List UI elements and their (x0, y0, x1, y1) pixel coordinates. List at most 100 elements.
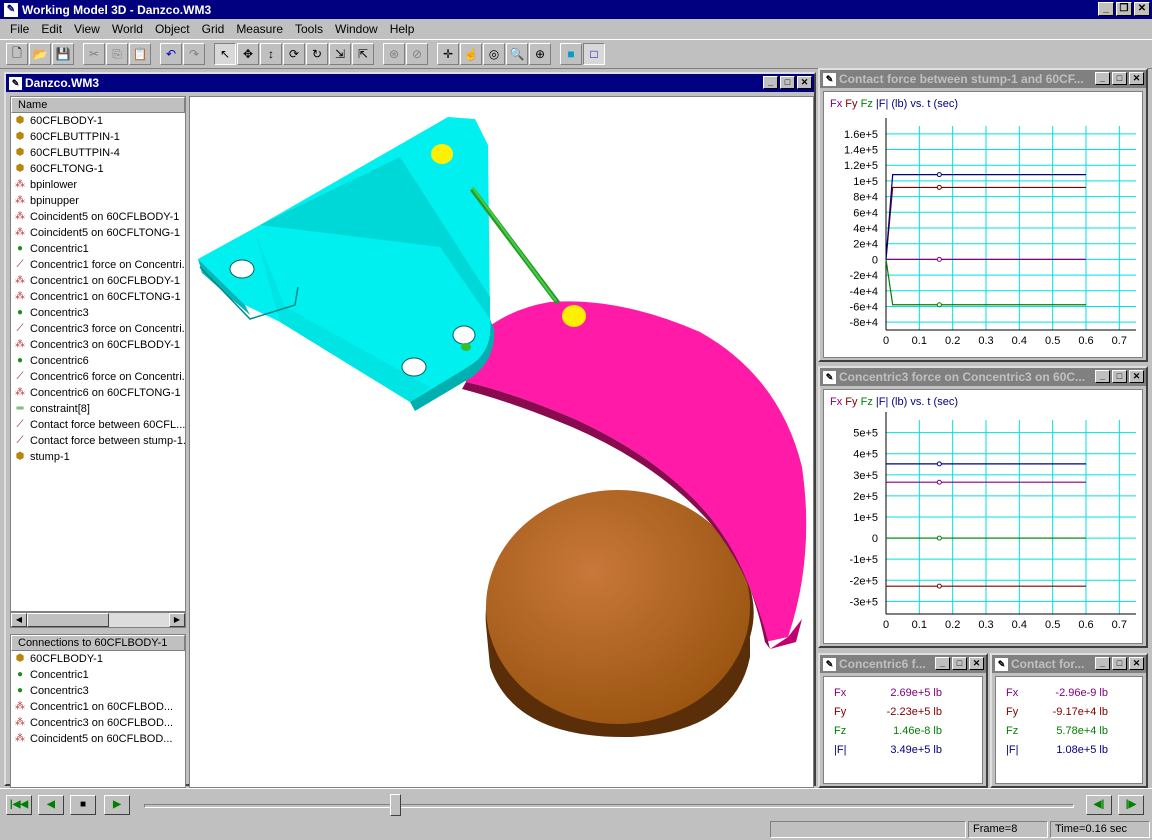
connection-item[interactable]: ⁂ Concentric3 on 60CFLBOD... (11, 715, 185, 731)
document-icon[interactable]: ✎ (823, 657, 836, 671)
document-icon[interactable]: ✎ (823, 72, 836, 86)
tree-item[interactable]: ⁂ Concentric3 on 60CFLBODY-1 (11, 337, 185, 353)
close-button[interactable]: ✕ (1134, 2, 1150, 16)
split-icon[interactable]: ⇱ (352, 43, 374, 65)
tree-header[interactable]: Name (11, 97, 185, 113)
meter1-close-button[interactable]: ✕ (969, 657, 984, 670)
step-back-button[interactable]: ◀ (38, 795, 64, 815)
tree-item[interactable]: ⬢ 60CFLBODY-1 (11, 113, 185, 129)
tree-item[interactable]: ⁂ bpinlower (11, 177, 185, 193)
paste-icon[interactable]: 📋 (129, 43, 151, 65)
tree-item[interactable]: ⟋ Concentric1 force on Concentri... (11, 257, 186, 273)
run-button[interactable]: ▶ (104, 795, 130, 815)
tree-item[interactable]: ⁂ Concentric1 on 60CFLBODY-1 (11, 273, 185, 289)
time-slider-track[interactable] (144, 804, 1074, 808)
menu-window[interactable]: Window (329, 22, 384, 36)
connection-item[interactable]: ● Concentric3 (11, 683, 185, 699)
save-icon[interactable]: 💾 (52, 43, 74, 65)
scroll-right-icon[interactable]: ▶ (169, 613, 185, 627)
tree-item[interactable]: ● Concentric3 (11, 305, 185, 321)
menu-edit[interactable]: Edit (35, 22, 68, 36)
tree-item[interactable]: ⁂ Coincident5 on 60CFLTONG-1 (11, 225, 185, 241)
wireframe-view-icon[interactable]: □ (583, 43, 605, 65)
time-slider-thumb[interactable] (390, 794, 402, 816)
tree-item[interactable]: ⬢ 60CFLBUTTPIN-4 (11, 145, 185, 161)
meter1-minimize-button[interactable]: _ (935, 657, 950, 670)
rotate-view-icon[interactable]: ◎ (483, 43, 505, 65)
restore-button[interactable]: ❐ (1116, 2, 1132, 16)
3d-viewport[interactable] (189, 96, 814, 788)
graph2-maximize-button[interactable]: □ (1112, 370, 1127, 383)
tree-item[interactable]: ⬢ 60CFLTONG-1 (11, 161, 185, 177)
step-frame-back-button[interactable]: ◀| (1086, 795, 1112, 815)
tree-item[interactable]: ⬢ stump-1 (11, 449, 185, 465)
tree-item[interactable]: ● Concentric6 (11, 353, 185, 369)
tree-item[interactable]: ⁂ bpinupper (11, 193, 185, 209)
tree-item[interactable]: ⟋ Contact force between 60CFL... (11, 417, 186, 433)
rewind-button[interactable]: |◀◀ (6, 795, 32, 815)
stop-button[interactable]: ■ (70, 795, 96, 815)
orbit-icon[interactable]: ⟳ (283, 43, 305, 65)
step-frame-forward-button[interactable]: |▶ (1118, 795, 1144, 815)
model-close-button[interactable]: ✕ (797, 76, 812, 89)
model-maximize-button[interactable]: □ (780, 76, 795, 89)
pan-icon[interactable]: ✛ (437, 43, 459, 65)
join-icon[interactable]: ⇲ (329, 43, 351, 65)
connections-header[interactable]: Connections to 60CFLBODY-1 (11, 635, 185, 651)
menu-help[interactable]: Help (384, 22, 421, 36)
graph1-minimize-button[interactable]: _ (1095, 72, 1110, 85)
connection-item[interactable]: ⬢ 60CFLBODY-1 (11, 651, 185, 667)
undo-icon[interactable]: ↶ (160, 43, 182, 65)
tree-item[interactable]: ● Concentric1 (11, 241, 185, 257)
meter2-close-button[interactable]: ✕ (1129, 657, 1144, 670)
tree-item[interactable]: ⟋ Concentric6 force on Concentri... (11, 369, 186, 385)
tree-item[interactable]: ⁂ Concentric1 on 60CFLTONG-1 (11, 289, 185, 305)
tree-scrollbar[interactable]: ◀ ▶ (10, 612, 186, 628)
graph2-minimize-button[interactable]: _ (1095, 370, 1110, 383)
meter1-maximize-button[interactable]: □ (952, 657, 967, 670)
zoom-window-icon[interactable]: 🔍 (506, 43, 528, 65)
graph1-plot-area[interactable]: Fx Fy Fz |F| (lb) vs. t (sec) 0 0.1 0.2 0.3… (823, 91, 1143, 358)
graph2-plot-area[interactable]: Fx Fy Fz |F| (lb) vs. t (sec) 0 0.1 0.2 0.3… (823, 389, 1143, 644)
anchor-icon[interactable]: ⊛ (383, 43, 405, 65)
menu-grid[interactable]: Grid (196, 22, 231, 36)
graph2-close-button[interactable]: ✕ (1129, 370, 1144, 383)
tree-item[interactable]: ⟋ Concentric3 force on Concentri... (11, 321, 186, 337)
shaded-view-icon[interactable]: ■ (560, 43, 582, 65)
document-icon[interactable]: ✎ (823, 370, 836, 384)
menu-view[interactable]: View (68, 22, 106, 36)
unanchor-icon[interactable]: ⊘ (406, 43, 428, 65)
hand-icon[interactable]: ☝ (460, 43, 482, 65)
menu-file[interactable]: File (4, 22, 35, 36)
stump-body[interactable] (485, 490, 754, 738)
open-icon[interactable]: 📂 (29, 43, 51, 65)
cut-icon[interactable]: ✂ (83, 43, 105, 65)
menu-measure[interactable]: Measure (230, 22, 289, 36)
zoom-fit-icon[interactable]: ⊕ (529, 43, 551, 65)
meter2-maximize-button[interactable]: □ (1112, 657, 1127, 670)
minimize-button[interactable]: _ (1098, 2, 1114, 16)
tree-item[interactable]: ⁂ Coincident5 on 60CFLBODY-1 (11, 209, 185, 225)
graph1-maximize-button[interactable]: □ (1112, 72, 1127, 85)
copy-icon[interactable]: ⎘ (106, 43, 128, 65)
scroll-thumb[interactable] (27, 613, 109, 627)
connection-item[interactable]: ⁂ Concentric1 on 60CFLBOD... (11, 699, 185, 715)
scroll-left-icon[interactable]: ◀ (11, 613, 27, 627)
new-icon[interactable]: 🗋 (6, 43, 28, 65)
meter2-minimize-button[interactable]: _ (1095, 657, 1110, 670)
pointer-icon[interactable]: ↖ (214, 43, 236, 65)
graph1-close-button[interactable]: ✕ (1129, 72, 1144, 85)
menu-object[interactable]: Object (149, 22, 196, 36)
tree-item[interactable]: ⁂ Concentric6 on 60CFLTONG-1 (11, 385, 185, 401)
move-icon[interactable]: ✥ (237, 43, 259, 65)
tree-item[interactable]: ═ constraint[8] (11, 401, 185, 417)
tree-item[interactable]: ⬢ 60CFLBUTTPIN-1 (11, 129, 185, 145)
document-icon[interactable]: ✎ (995, 657, 1008, 671)
menu-tools[interactable]: Tools (289, 22, 329, 36)
connection-item[interactable]: ⁂ Coincident5 on 60CFLBOD... (11, 731, 185, 747)
spin-icon[interactable]: ↻ (306, 43, 328, 65)
document-icon[interactable]: ✎ (9, 76, 22, 90)
rotate-icon[interactable]: ↕ (260, 43, 282, 65)
model-minimize-button[interactable]: _ (763, 76, 778, 89)
redo-icon[interactable]: ↷ (183, 43, 205, 65)
